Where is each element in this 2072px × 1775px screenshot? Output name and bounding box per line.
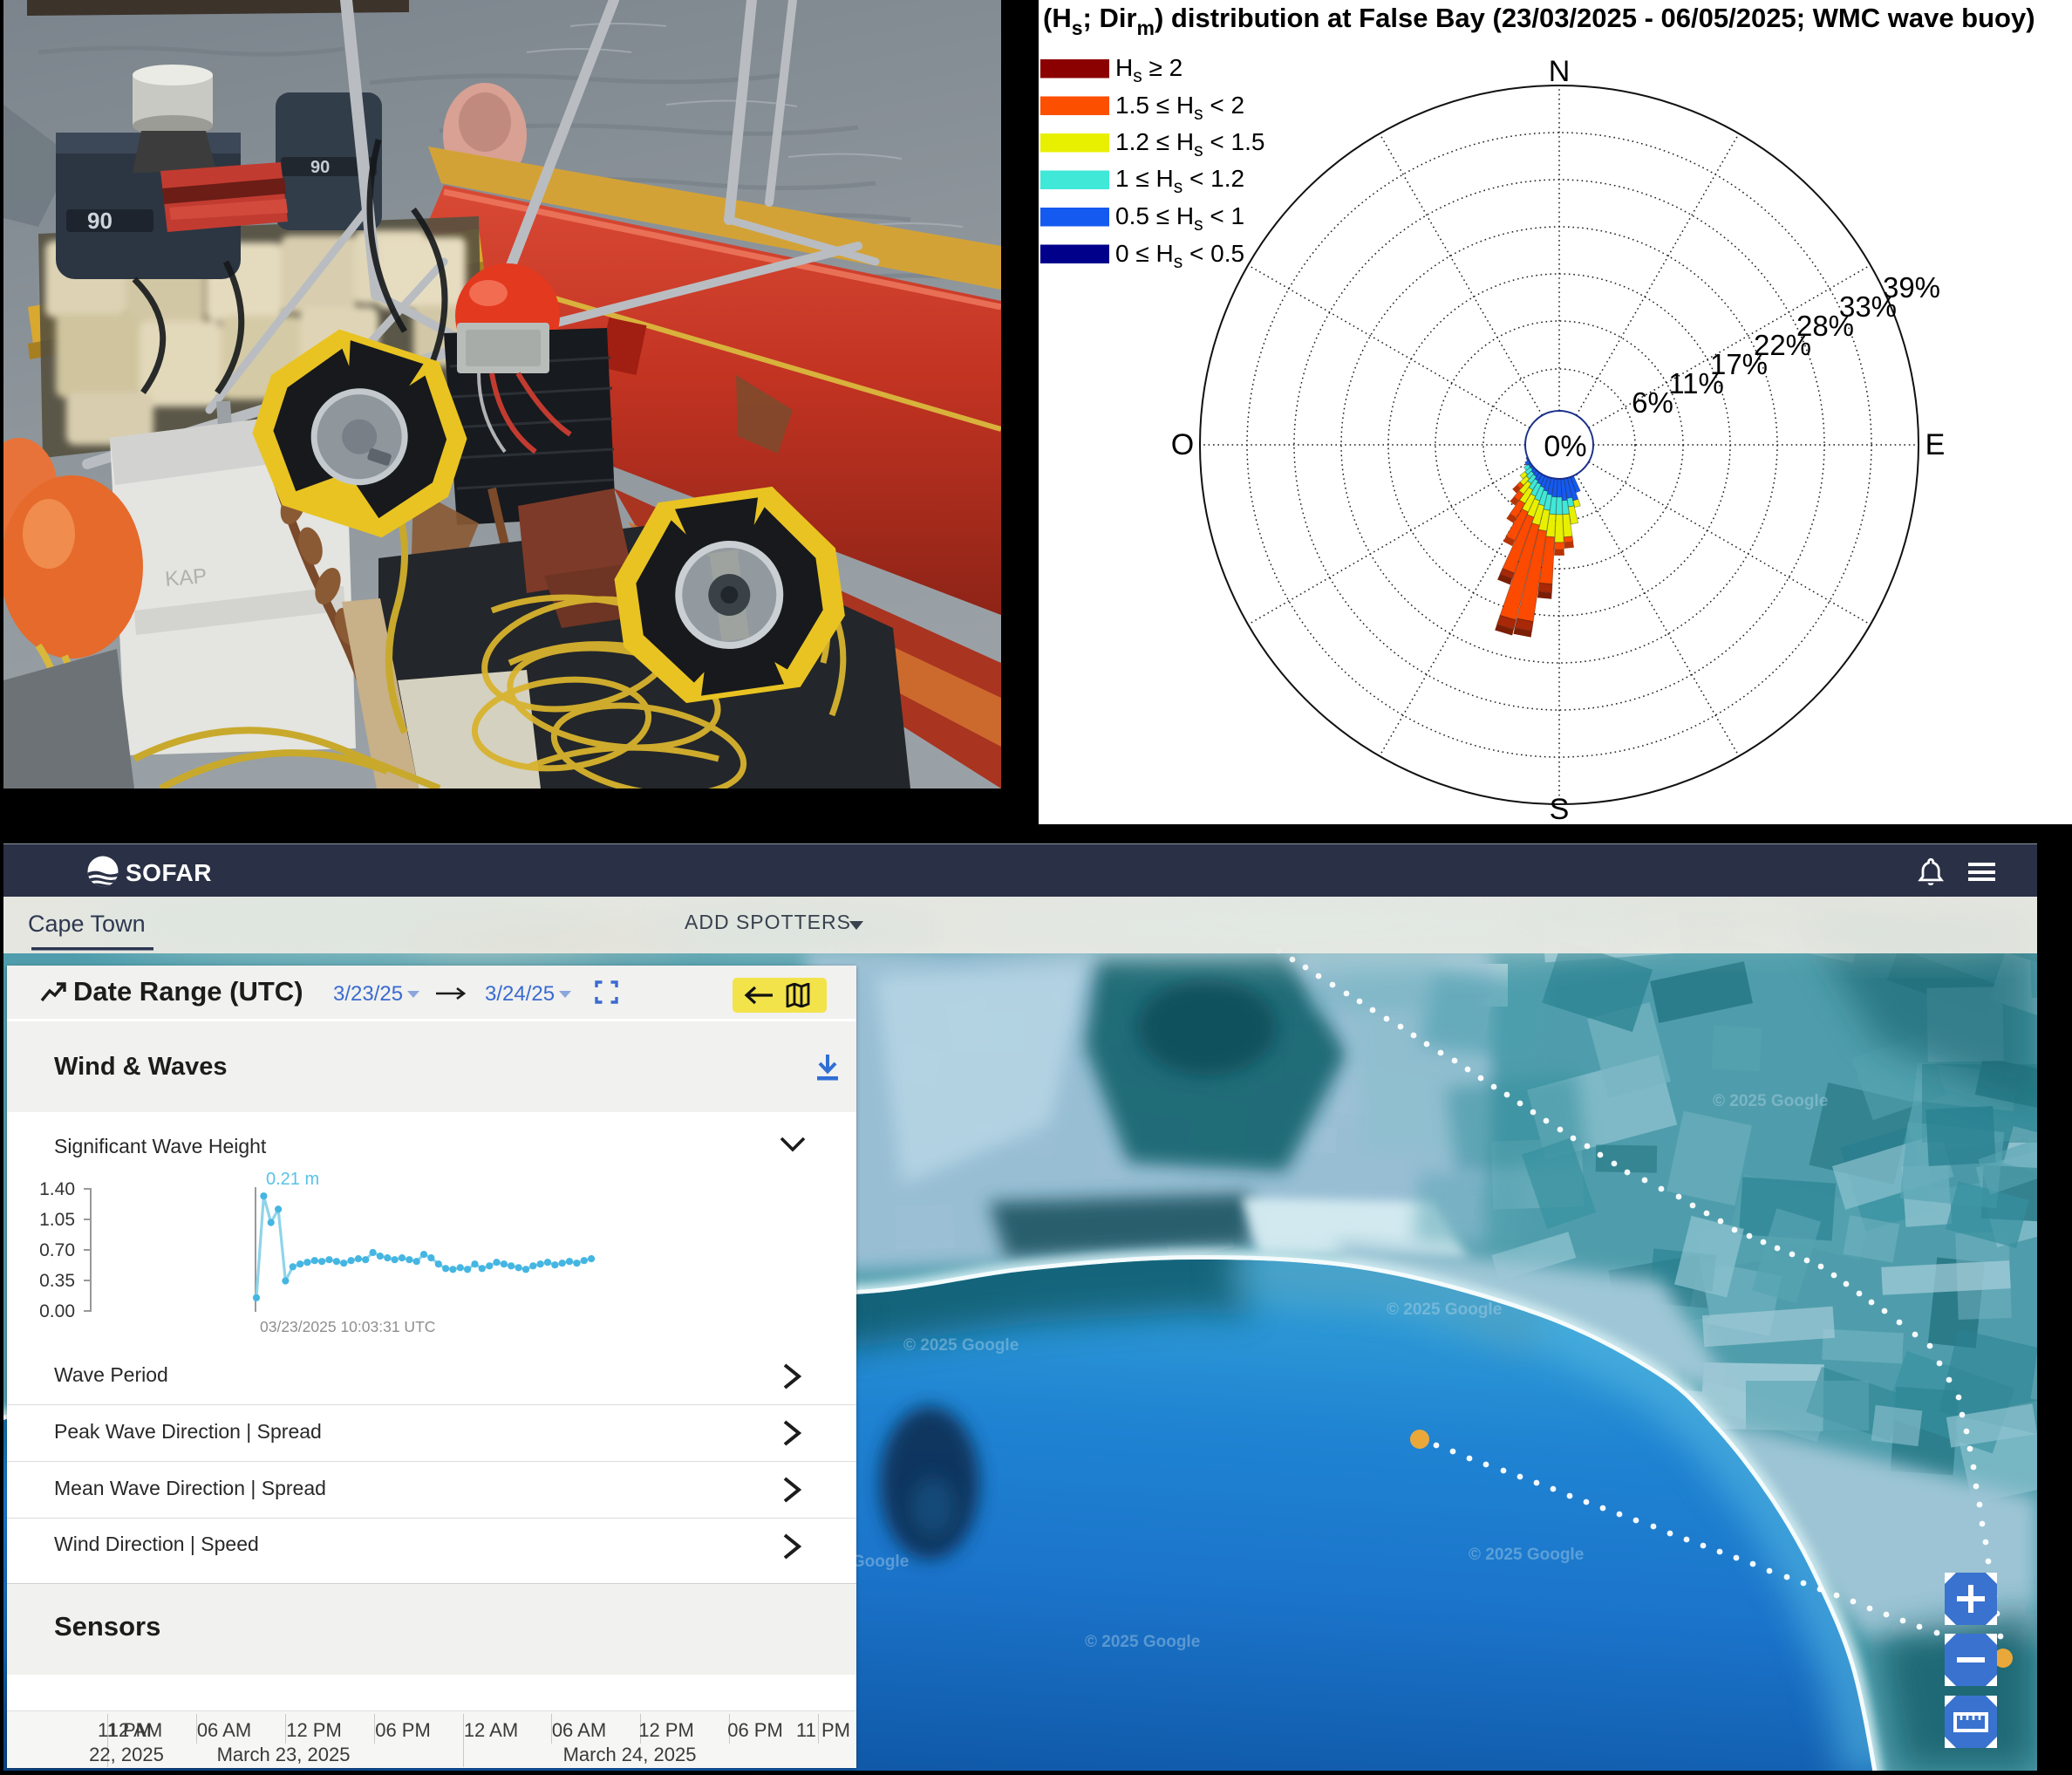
svg-text:0%: 0% [1544,430,1586,463]
svg-text:1.40: 1.40 [39,1179,75,1199]
svg-text:90: 90 [310,158,330,177]
svg-text:0.70: 0.70 [39,1240,75,1260]
svg-text:© 2025 Google: © 2025 Google [1469,1546,1584,1564]
svg-text:© 2025 Google: © 2025 Google [1387,1301,1502,1319]
svg-text:0.00: 0.00 [39,1301,75,1321]
svg-text:0.21 m: 0.21 m [266,1170,319,1189]
svg-text:6%: 6% [1632,386,1673,419]
svg-text:S: S [1550,793,1570,824]
svg-text:0.35: 0.35 [39,1271,75,1291]
svg-text:© 2025 Google: © 2025 Google [1085,1633,1200,1651]
svg-text:03/23/2025 10:03:31 UTC: 03/23/2025 10:03:31 UTC [260,1318,435,1335]
svg-text:© 2025 Google: © 2025 Google [1713,1092,1828,1110]
svg-text:ADD SPOTTERS: ADD SPOTTERS [685,911,851,933]
svg-text:O: O [1171,428,1194,461]
svg-text:N: N [1549,55,1571,88]
svg-text:90: 90 [87,208,112,234]
svg-text:KAP: KAP [164,564,208,591]
svg-text:© 2025 Google: © 2025 Google [903,1336,1019,1355]
svg-text:39%: 39% [1883,271,1940,304]
svg-text:E: E [1925,428,1946,461]
svg-text:1.05: 1.05 [39,1210,75,1230]
svg-text:Cape Town: Cape Town [28,911,146,937]
